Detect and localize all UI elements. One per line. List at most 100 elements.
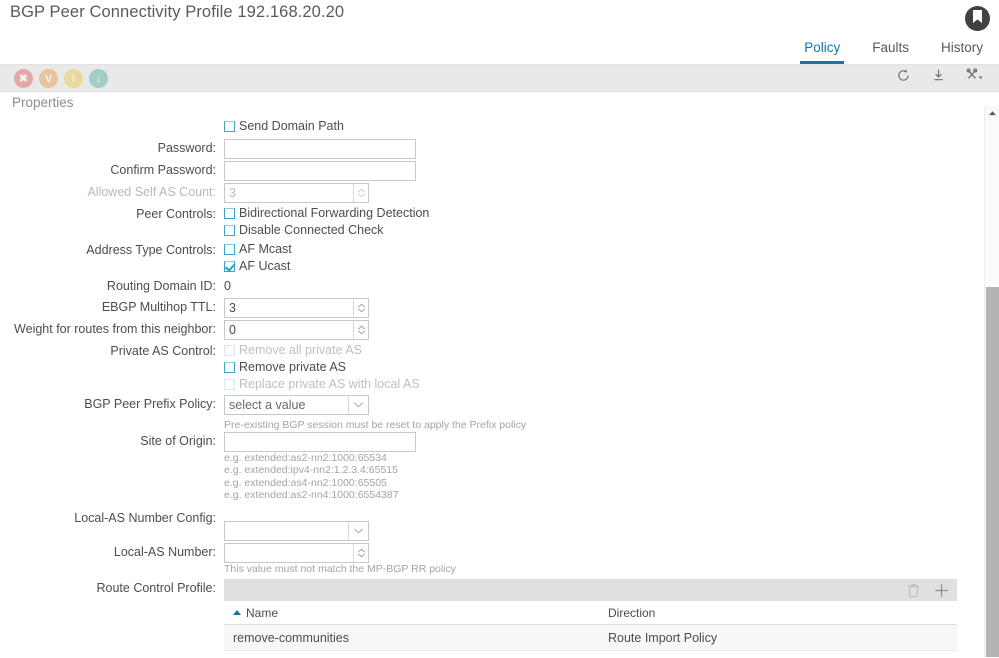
properties-panel: Properties Send Domain Path Password: Co… <box>0 92 999 657</box>
scroll-up-arrow-icon[interactable] <box>985 106 999 120</box>
checkbox-label: Remove private AS <box>239 360 346 374</box>
site-of-origin-hint-3: e.g. extended:as4-nn2:1000:65505 <box>224 476 387 489</box>
checkbox-label: Bidirectional Forwarding Detection <box>239 206 430 220</box>
checkbox-label: Send Domain Path <box>239 119 344 133</box>
toolbar-actions <box>896 68 985 83</box>
row-private-as-control: Private AS Control: Remove all private A… <box>0 342 977 393</box>
checkbox-box-icon[interactable] <box>224 120 235 132</box>
stepper-arrows-icon <box>353 184 368 202</box>
download-icon[interactable] <box>931 68 946 83</box>
allowed-self-as-count-field <box>224 183 369 203</box>
row-route-control-profile: Route Control Profile: Name Direction re… <box>0 579 977 651</box>
row-routing-domain-id: Routing Domain ID: 0 <box>0 277 977 296</box>
stepper-arrows-icon[interactable] <box>353 321 368 339</box>
private-as-control-label: Private AS Control: <box>110 344 216 358</box>
stepper-arrows-icon[interactable] <box>353 299 368 317</box>
allowed-self-as-count-label: Allowed Self AS Count: <box>87 185 216 199</box>
checkbox-af-mcast[interactable]: AF Mcast <box>224 241 977 257</box>
chevron-down-icon[interactable] <box>348 396 368 414</box>
checkbox-box-icon[interactable] <box>224 361 235 373</box>
bookmark-shape <box>973 10 982 23</box>
checkbox-box-icon[interactable] <box>224 243 235 255</box>
page-header: BGP Peer Connectivity Profile 192.168.20… <box>0 0 999 65</box>
column-header-direction[interactable]: Direction <box>604 606 864 620</box>
column-header-label: Name <box>246 605 279 620</box>
stepper-arrows-icon[interactable] <box>353 543 368 562</box>
weight-for-routes-field[interactable] <box>224 320 369 340</box>
row-local-as-number-config: Local-AS Number Config: <box>0 509 977 541</box>
local-as-number-label: Local-AS Number: <box>113 544 216 559</box>
allowed-self-as-count-stepper <box>224 183 369 203</box>
bgp-peer-prefix-policy-select[interactable]: select a value <box>224 395 369 415</box>
column-header-name[interactable]: Name <box>224 606 604 620</box>
page-title: BGP Peer Connectivity Profile 192.168.20… <box>10 3 345 21</box>
vertical-scrollbar[interactable] <box>984 106 999 657</box>
site-of-origin-hint-2: e.g. extended:ipv4-nn2:1.2.3.4:65515 <box>224 464 398 476</box>
local-as-number-hint: This value must not match the MP-BGP RR … <box>224 562 457 575</box>
route-control-profile-table: Name Direction remove-communities Route … <box>224 601 957 651</box>
chevron-down-icon[interactable] <box>348 521 368 540</box>
local-as-number-config-select[interactable] <box>224 520 369 541</box>
tab-faults[interactable]: Faults <box>856 40 925 65</box>
scrollbar-thumb[interactable] <box>986 287 999 657</box>
checkbox-label: Disable Connected Check <box>239 223 384 237</box>
password-field[interactable] <box>224 139 416 159</box>
tools-icon[interactable] <box>966 68 985 83</box>
checkbox-bidirectional-forwarding-detection[interactable]: Bidirectional Forwarding Detection <box>224 205 977 221</box>
row-weight-for-routes: Weight for routes from this neighbor: <box>0 320 977 340</box>
tab-history[interactable]: History <box>925 40 999 65</box>
site-of-origin-hint-4: e.g. extended:as2-nn4:1000:6554387 <box>224 489 399 501</box>
checkbox-send-domain-path[interactable]: Send Domain Path <box>224 118 977 134</box>
site-of-origin-hint-1: e.g. extended:as2-nn2:1000:65534 <box>224 451 387 464</box>
plus-icon[interactable] <box>934 583 949 598</box>
site-of-origin-label: Site of Origin: <box>140 433 216 448</box>
user-bookmark-icon[interactable] <box>965 6 990 31</box>
row-confirm-password: Confirm Password: <box>0 161 977 181</box>
checkbox-label: AF Ucast <box>239 259 291 273</box>
trash-icon[interactable] <box>907 583 920 598</box>
sort-ascending-icon[interactable] <box>233 610 241 615</box>
confirm-password-label: Confirm Password: <box>110 163 216 177</box>
checkbox-disable-connected-check[interactable]: Disable Connected Check <box>224 222 977 238</box>
confirm-password-field[interactable] <box>224 161 416 181</box>
peer-controls-label: Peer Controls: <box>136 207 216 221</box>
routing-domain-id-label: Routing Domain ID: <box>106 279 216 293</box>
checkbox-remove-all-private-as: Remove all private AS <box>224 342 977 358</box>
checkbox-box-icon[interactable] <box>224 207 235 219</box>
table-row[interactable]: remove-communities Route Import Policy <box>224 625 957 651</box>
row-password: Password: <box>0 139 977 159</box>
table-header-row: Name Direction <box>224 601 957 625</box>
fault-info-icon[interactable]: ↓ <box>89 69 108 88</box>
row-peer-controls: Peer Controls: Bidirectional Forwarding … <box>0 205 977 239</box>
site-of-origin-field[interactable] <box>224 431 416 452</box>
tab-policy[interactable]: Policy <box>788 40 856 65</box>
local-as-number-stepper[interactable] <box>224 542 369 563</box>
cell-direction: Route Import Policy <box>608 630 718 645</box>
cell-name: remove-communities <box>233 630 350 645</box>
ebgp-multihop-ttl-stepper[interactable] <box>224 298 369 318</box>
ebgp-multihop-ttl-field[interactable] <box>224 298 369 318</box>
checkbox-box-icon[interactable] <box>224 224 235 236</box>
address-type-controls-label: Address Type Controls: <box>86 243 216 257</box>
weight-for-routes-stepper[interactable] <box>224 320 369 340</box>
checkbox-checked-icon[interactable] <box>224 260 235 272</box>
checkbox-box-icon <box>224 378 235 390</box>
bgp-peer-prefix-policy-hint: Pre-existing BGP session must be reset t… <box>224 419 527 431</box>
refresh-icon[interactable] <box>896 68 911 83</box>
routing-domain-id-value: 0 <box>224 279 231 293</box>
weight-for-routes-label: Weight for routes from this neighbor: <box>14 322 216 336</box>
checkbox-label: Remove all private AS <box>239 343 362 357</box>
fault-status-group: ✖ V ! ↓ <box>14 69 108 88</box>
fault-warning-icon[interactable]: ! <box>64 69 83 88</box>
fault-critical-icon[interactable]: ✖ <box>14 69 33 88</box>
row-local-as-number: Local-AS Number: This value must not mat… <box>0 542 977 576</box>
fault-major-icon[interactable]: V <box>39 69 58 88</box>
bgp-peer-prefix-policy-label: BGP Peer Prefix Policy: <box>84 397 216 411</box>
local-as-number-field[interactable] <box>224 542 369 563</box>
checkbox-af-ucast[interactable]: AF Ucast <box>224 258 977 274</box>
password-label: Password: <box>157 141 216 155</box>
ebgp-multihop-ttl-label: EBGP Multihop TTL: <box>101 300 216 314</box>
section-title: Properties <box>12 95 74 110</box>
route-control-profile-label: Route Control Profile: <box>96 581 216 595</box>
checkbox-remove-private-as[interactable]: Remove private AS <box>224 359 977 375</box>
